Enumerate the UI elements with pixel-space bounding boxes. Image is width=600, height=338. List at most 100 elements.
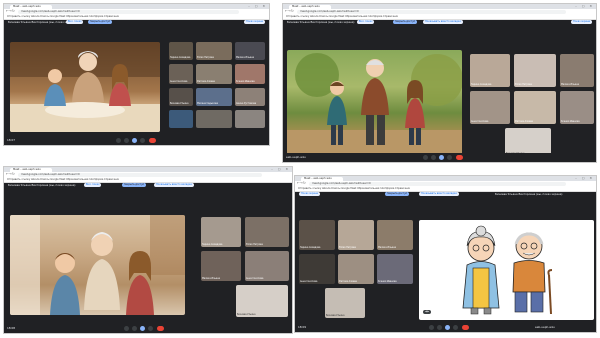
participant-tile[interactable]: Ксения Иванова bbox=[560, 91, 594, 124]
display-button[interactable]: Показ экрана bbox=[571, 20, 592, 24]
present-icon[interactable] bbox=[445, 325, 450, 330]
screenshot-1: Meet – eeb-ueph-wzu – ▢ ✕ ←→↻ meet.googl… bbox=[3, 3, 270, 146]
present-icon[interactable] bbox=[439, 155, 444, 160]
participant-tile[interactable]: Зарина Ахмедова bbox=[169, 42, 193, 60]
back-icon[interactable]: ←→↻ bbox=[297, 181, 306, 185]
display-button[interactable]: Показ экрана bbox=[299, 192, 320, 196]
more-icon[interactable] bbox=[453, 325, 458, 330]
participant-name: Малика Ильина bbox=[378, 246, 396, 249]
present-icon[interactable] bbox=[132, 138, 137, 143]
meeting-time: 18:09 bbox=[298, 325, 307, 329]
end-call-button[interactable] bbox=[157, 326, 164, 331]
mic-icon[interactable] bbox=[429, 325, 434, 330]
meet-control-bar: 18:07 bbox=[4, 136, 269, 145]
stop-sharing-button[interactable]: Закрыть доступ bbox=[122, 183, 147, 187]
display-button[interactable]: Показ экрана bbox=[244, 20, 265, 24]
url-field[interactable]: meet.google.com/eeb-ueph-wzu?authuser=0 bbox=[309, 182, 566, 186]
url-field[interactable]: meet.google.com/eeb-ueph-wzu?authuser=0 bbox=[18, 173, 262, 177]
participant-tile[interactable]: Фатима Алиева bbox=[196, 64, 232, 84]
participant-tile[interactable]: Ксения Иванова bbox=[377, 254, 413, 284]
participant-tile[interactable]: Бичиева Ульяна bbox=[325, 288, 365, 318]
participant-name: Фатима Алиева bbox=[515, 120, 533, 123]
participant-tile[interactable] bbox=[169, 110, 193, 128]
participant-tile[interactable] bbox=[235, 110, 265, 128]
grandma-baking-illustration bbox=[10, 42, 160, 132]
participant-tile[interactable]: Анна Соколова bbox=[299, 254, 335, 284]
participant-tile[interactable]: Бичиева Ульяна bbox=[236, 285, 288, 317]
show-tab-button[interactable]: Вкл. показ bbox=[84, 183, 102, 187]
end-call-button[interactable] bbox=[456, 155, 463, 160]
participant-tile[interactable]: Анна Соколова bbox=[470, 91, 510, 124]
participant-tile[interactable]: Зарина Ахмедова bbox=[201, 217, 241, 247]
more-icon[interactable] bbox=[140, 138, 145, 143]
camera-icon[interactable] bbox=[132, 326, 137, 331]
participant-tile[interactable]: Юлия Петрова bbox=[514, 54, 556, 87]
meet-header: Показ экрана Закрыть доступ Показывать в… bbox=[295, 191, 596, 198]
meet-header: Бичиева Ульяна Викторовна (вы, показ экр… bbox=[4, 182, 292, 189]
show-tab-button[interactable]: Вкл. показ bbox=[357, 20, 375, 24]
participant-tile[interactable]: Малика Ильина bbox=[201, 251, 241, 281]
share-instead-button[interactable]: Показывать вместо вкладки bbox=[419, 192, 459, 196]
window-controls[interactable]: – ▢ ✕ bbox=[248, 4, 267, 8]
url-field[interactable]: meet.google.com/eeb-ueph-wzu?authuser=0 bbox=[18, 10, 239, 14]
tab-label: Meet – eeb-ueph-wzu bbox=[13, 5, 41, 8]
cartoon-grandparents-illustration bbox=[462, 225, 553, 315]
participant-tile[interactable]: Ксения Иванова bbox=[235, 64, 265, 84]
window-controls[interactable]: – ▢ ✕ bbox=[575, 176, 594, 180]
participant-tile[interactable]: Амина Рустамова bbox=[235, 88, 265, 106]
mic-icon[interactable] bbox=[423, 155, 428, 160]
back-icon[interactable]: ←→↻ bbox=[6, 172, 15, 176]
participant-name: Бичиева Ульяна bbox=[326, 314, 345, 317]
mic-icon[interactable] bbox=[124, 326, 129, 331]
stop-sharing-button[interactable]: Закрыть доступ bbox=[88, 20, 113, 24]
grandpa-walk-illustration bbox=[287, 53, 462, 155]
end-call-button[interactable] bbox=[149, 138, 156, 143]
window-controls[interactable]: – ▢ ✕ bbox=[271, 167, 290, 171]
camera-icon[interactable] bbox=[124, 138, 129, 143]
participant-tile[interactable]: Юлия Петрова bbox=[196, 42, 232, 60]
participant-tile[interactable]: Фатима Алиева bbox=[338, 254, 374, 284]
show-tab-button[interactable]: Вкл. показ bbox=[66, 20, 84, 24]
present-icon[interactable] bbox=[140, 326, 145, 331]
participant-tile[interactable] bbox=[196, 110, 232, 128]
participant-name: Юлия Петрова bbox=[515, 83, 532, 86]
share-instead-button[interactable]: Показывать вместо вкладки bbox=[154, 183, 194, 187]
participant-tile[interactable]: Зарина Ахмедова bbox=[299, 220, 335, 250]
end-call-button[interactable] bbox=[462, 325, 469, 330]
meeting-time: 18:07 bbox=[7, 138, 16, 142]
slide-nav[interactable]: ◀ ▶ bbox=[423, 310, 432, 314]
url-field[interactable]: meet.google.com/eeb-ueph-wzu?authuser=0 bbox=[297, 10, 566, 14]
more-icon[interactable] bbox=[447, 155, 452, 160]
participant-tile[interactable]: Бичиева Ульяна bbox=[505, 128, 551, 156]
participant-tile[interactable]: Малика Ильина bbox=[560, 54, 594, 87]
stop-sharing-button[interactable]: Закрыть доступ bbox=[393, 20, 418, 24]
presenter-title: Бичиева Ульяна Викторовна (вы, показ экр… bbox=[495, 192, 563, 196]
meeting-code: eeb-ueph-wzu bbox=[286, 155, 306, 159]
participant-tile[interactable]: Анна Соколова bbox=[169, 64, 193, 84]
participant-tile[interactable]: Милана Садыкова bbox=[196, 88, 232, 106]
participant-tile[interactable]: Фатима Алиева bbox=[514, 91, 556, 124]
mic-icon[interactable] bbox=[116, 138, 121, 143]
camera-icon[interactable] bbox=[437, 325, 442, 330]
window-controls[interactable]: – ▢ ✕ bbox=[575, 4, 594, 8]
stop-sharing-button[interactable]: Закрыть доступ bbox=[385, 192, 410, 196]
meeting-time: 18:08 bbox=[7, 326, 16, 330]
participant-name: Малика Ильина bbox=[202, 277, 220, 280]
participant-name: Фатима Алиева bbox=[339, 280, 357, 283]
screenshot-2: Meet – eeb-ueph-wzu – ▢ ✕ ←→↻ meet.googl… bbox=[282, 3, 597, 163]
shared-image bbox=[10, 215, 185, 315]
participant-tile[interactable]: Юлия Петрова bbox=[245, 217, 289, 247]
more-icon[interactable] bbox=[148, 326, 153, 331]
participant-tile[interactable]: Малика Ильина bbox=[377, 220, 413, 250]
participant-tile[interactable]: Анна Соколова bbox=[245, 251, 289, 281]
participant-tile[interactable]: Малика Ильина bbox=[235, 42, 265, 60]
back-icon[interactable]: ←→↻ bbox=[6, 9, 15, 13]
camera-icon[interactable] bbox=[431, 155, 436, 160]
participant-name: Малика Ильина bbox=[561, 83, 579, 86]
participant-name: Ксения Иванова bbox=[561, 120, 580, 123]
participant-tile[interactable]: Зарина Ахмедова bbox=[470, 54, 510, 87]
participant-tile[interactable]: Бичиева Ульяна bbox=[169, 88, 193, 106]
participant-tile[interactable]: Юлия Петрова bbox=[338, 220, 374, 250]
share-instead-button[interactable]: Показывать вместо вкладки bbox=[423, 20, 463, 24]
back-icon[interactable]: ←→↻ bbox=[285, 9, 294, 13]
